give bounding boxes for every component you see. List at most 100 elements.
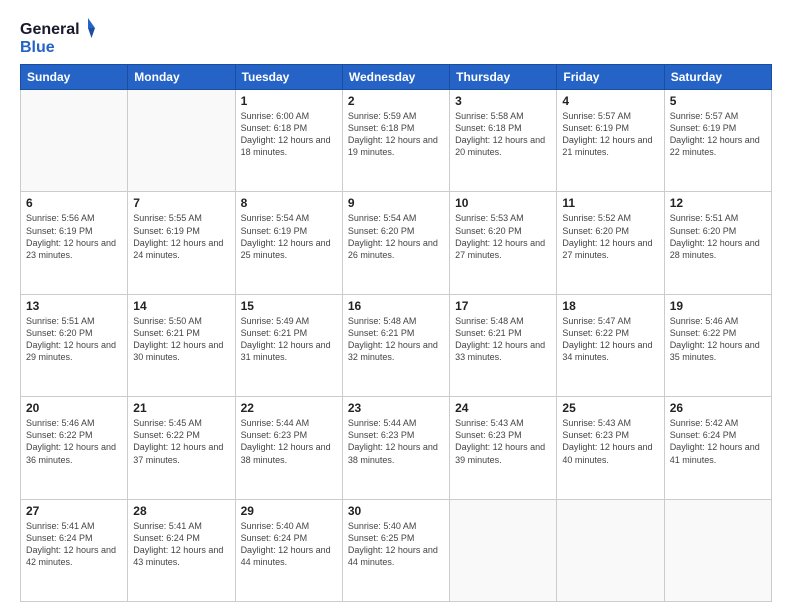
calendar-cell: 11 Sunrise: 5:52 AM Sunset: 6:20 PM Dayli… [557, 192, 664, 294]
calendar-week-row: 13 Sunrise: 5:51 AM Sunset: 6:20 PM Dayli… [21, 294, 772, 396]
day-info: Sunrise: 5:47 AM Sunset: 6:22 PM Dayligh… [562, 315, 658, 364]
day-number: 22 [241, 401, 337, 415]
day-number: 26 [670, 401, 766, 415]
day-number: 27 [26, 504, 122, 518]
calendar-cell: 3 Sunrise: 5:58 AM Sunset: 6:18 PM Daylig… [450, 90, 557, 192]
calendar-cell [450, 499, 557, 601]
day-number: 20 [26, 401, 122, 415]
calendar-header-sunday: Sunday [21, 65, 128, 90]
calendar-week-row: 6 Sunrise: 5:56 AM Sunset: 6:19 PM Daylig… [21, 192, 772, 294]
calendar-cell: 20 Sunrise: 5:46 AM Sunset: 6:22 PM Dayli… [21, 397, 128, 499]
day-info: Sunrise: 5:40 AM Sunset: 6:25 PM Dayligh… [348, 520, 444, 569]
calendar-cell: 12 Sunrise: 5:51 AM Sunset: 6:20 PM Dayli… [664, 192, 771, 294]
day-number: 16 [348, 299, 444, 313]
day-number: 8 [241, 196, 337, 210]
day-info: Sunrise: 5:48 AM Sunset: 6:21 PM Dayligh… [455, 315, 551, 364]
logo-svg: GeneralBlue [20, 16, 95, 56]
day-info: Sunrise: 5:55 AM Sunset: 6:19 PM Dayligh… [133, 212, 229, 261]
day-number: 28 [133, 504, 229, 518]
day-number: 2 [348, 94, 444, 108]
calendar-cell: 22 Sunrise: 5:44 AM Sunset: 6:23 PM Dayli… [235, 397, 342, 499]
calendar-header-saturday: Saturday [664, 65, 771, 90]
day-number: 6 [26, 196, 122, 210]
calendar-cell: 30 Sunrise: 5:40 AM Sunset: 6:25 PM Dayli… [342, 499, 449, 601]
day-info: Sunrise: 5:44 AM Sunset: 6:23 PM Dayligh… [348, 417, 444, 466]
day-number: 29 [241, 504, 337, 518]
calendar-week-row: 27 Sunrise: 5:41 AM Sunset: 6:24 PM Dayli… [21, 499, 772, 601]
header: GeneralBlue [20, 16, 772, 56]
calendar-cell: 7 Sunrise: 5:55 AM Sunset: 6:19 PM Daylig… [128, 192, 235, 294]
day-info: Sunrise: 5:45 AM Sunset: 6:22 PM Dayligh… [133, 417, 229, 466]
calendar-week-row: 20 Sunrise: 5:46 AM Sunset: 6:22 PM Dayli… [21, 397, 772, 499]
day-info: Sunrise: 5:51 AM Sunset: 6:20 PM Dayligh… [670, 212, 766, 261]
day-number: 24 [455, 401, 551, 415]
day-number: 13 [26, 299, 122, 313]
day-number: 25 [562, 401, 658, 415]
day-info: Sunrise: 5:54 AM Sunset: 6:20 PM Dayligh… [348, 212, 444, 261]
calendar-table: SundayMondayTuesdayWednesdayThursdayFrid… [20, 64, 772, 602]
day-number: 7 [133, 196, 229, 210]
calendar-cell: 29Sunrise: 5:40 AM Sunset: 6:24 PM Dayli… [235, 499, 342, 601]
svg-text:General: General [20, 21, 80, 38]
day-number: 3 [455, 94, 551, 108]
page: GeneralBlue SundayMondayTuesdayWednesday… [0, 0, 792, 612]
day-info: Sunrise: 5:41 AM Sunset: 6:24 PM Dayligh… [26, 520, 122, 569]
calendar-cell: 21 Sunrise: 5:45 AM Sunset: 6:22 PM Dayli… [128, 397, 235, 499]
day-info: Sunrise: 5:44 AM Sunset: 6:23 PM Dayligh… [241, 417, 337, 466]
day-number: 30 [348, 504, 444, 518]
calendar-cell: 6 Sunrise: 5:56 AM Sunset: 6:19 PM Daylig… [21, 192, 128, 294]
day-number: 5 [670, 94, 766, 108]
day-number: 17 [455, 299, 551, 313]
calendar-cell: 26 Sunrise: 5:42 AM Sunset: 6:24 PM Dayli… [664, 397, 771, 499]
day-info: Sunrise: 5:41 AM Sunset: 6:24 PM Dayligh… [133, 520, 229, 569]
day-info: Sunrise: 5:46 AM Sunset: 6:22 PM Dayligh… [26, 417, 122, 466]
logo: GeneralBlue [20, 16, 95, 56]
day-info: Sunrise: 5:58 AM Sunset: 6:18 PM Dayligh… [455, 110, 551, 159]
day-info: Sunrise: 6:00 AM Sunset: 6:18 PM Dayligh… [241, 110, 337, 159]
day-info: Sunrise: 5:53 AM Sunset: 6:20 PM Dayligh… [455, 212, 551, 261]
calendar-cell [21, 90, 128, 192]
day-number: 9 [348, 196, 444, 210]
calendar-cell [128, 90, 235, 192]
day-info: Sunrise: 5:52 AM Sunset: 6:20 PM Dayligh… [562, 212, 658, 261]
calendar-header-monday: Monday [128, 65, 235, 90]
calendar-cell: 28 Sunrise: 5:41 AM Sunset: 6:24 PM Dayli… [128, 499, 235, 601]
calendar-header-thursday: Thursday [450, 65, 557, 90]
calendar-cell: 15Sunrise: 5:49 AM Sunset: 6:21 PM Dayli… [235, 294, 342, 396]
calendar-cell: 24 Sunrise: 5:43 AM Sunset: 6:23 PM Dayli… [450, 397, 557, 499]
calendar-cell: 2 Sunrise: 5:59 AM Sunset: 6:18 PM Daylig… [342, 90, 449, 192]
day-info: Sunrise: 5:56 AM Sunset: 6:19 PM Dayligh… [26, 212, 122, 261]
day-info: Sunrise: 5:42 AM Sunset: 6:24 PM Dayligh… [670, 417, 766, 466]
day-number: 10 [455, 196, 551, 210]
day-info: Sunrise: 5:59 AM Sunset: 6:18 PM Dayligh… [348, 110, 444, 159]
day-number: 11 [562, 196, 658, 210]
calendar-header-wednesday: Wednesday [342, 65, 449, 90]
calendar-cell: 23Sunrise: 5:44 AM Sunset: 6:23 PM Dayli… [342, 397, 449, 499]
day-number: 19 [670, 299, 766, 313]
calendar-cell [557, 499, 664, 601]
day-info: Sunrise: 5:51 AM Sunset: 6:20 PM Dayligh… [26, 315, 122, 364]
day-info: Sunrise: 5:57 AM Sunset: 6:19 PM Dayligh… [562, 110, 658, 159]
calendar-cell: 19 Sunrise: 5:46 AM Sunset: 6:22 PM Dayli… [664, 294, 771, 396]
calendar-cell: 27 Sunrise: 5:41 AM Sunset: 6:24 PM Dayli… [21, 499, 128, 601]
calendar-cell: 5Sunrise: 5:57 AM Sunset: 6:19 PM Daylig… [664, 90, 771, 192]
day-info: Sunrise: 5:54 AM Sunset: 6:19 PM Dayligh… [241, 212, 337, 261]
calendar-cell: 25 Sunrise: 5:43 AM Sunset: 6:23 PM Dayli… [557, 397, 664, 499]
day-number: 21 [133, 401, 229, 415]
day-number: 4 [562, 94, 658, 108]
day-info: Sunrise: 5:43 AM Sunset: 6:23 PM Dayligh… [562, 417, 658, 466]
day-info: Sunrise: 5:43 AM Sunset: 6:23 PM Dayligh… [455, 417, 551, 466]
day-info: Sunrise: 5:50 AM Sunset: 6:21 PM Dayligh… [133, 315, 229, 364]
calendar-cell: 1Sunrise: 6:00 AM Sunset: 6:18 PM Daylig… [235, 90, 342, 192]
calendar-week-row: 1Sunrise: 6:00 AM Sunset: 6:18 PM Daylig… [21, 90, 772, 192]
calendar-cell: 18Sunrise: 5:47 AM Sunset: 6:22 PM Dayli… [557, 294, 664, 396]
day-info: Sunrise: 5:46 AM Sunset: 6:22 PM Dayligh… [670, 315, 766, 364]
day-number: 12 [670, 196, 766, 210]
calendar-cell: 9 Sunrise: 5:54 AM Sunset: 6:20 PM Daylig… [342, 192, 449, 294]
calendar-cell: 4 Sunrise: 5:57 AM Sunset: 6:19 PM Daylig… [557, 90, 664, 192]
svg-text:Blue: Blue [20, 39, 55, 56]
calendar-header-tuesday: Tuesday [235, 65, 342, 90]
calendar-cell: 8 Sunrise: 5:54 AM Sunset: 6:19 PM Daylig… [235, 192, 342, 294]
calendar-cell: 17 Sunrise: 5:48 AM Sunset: 6:21 PM Dayli… [450, 294, 557, 396]
calendar-header-friday: Friday [557, 65, 664, 90]
